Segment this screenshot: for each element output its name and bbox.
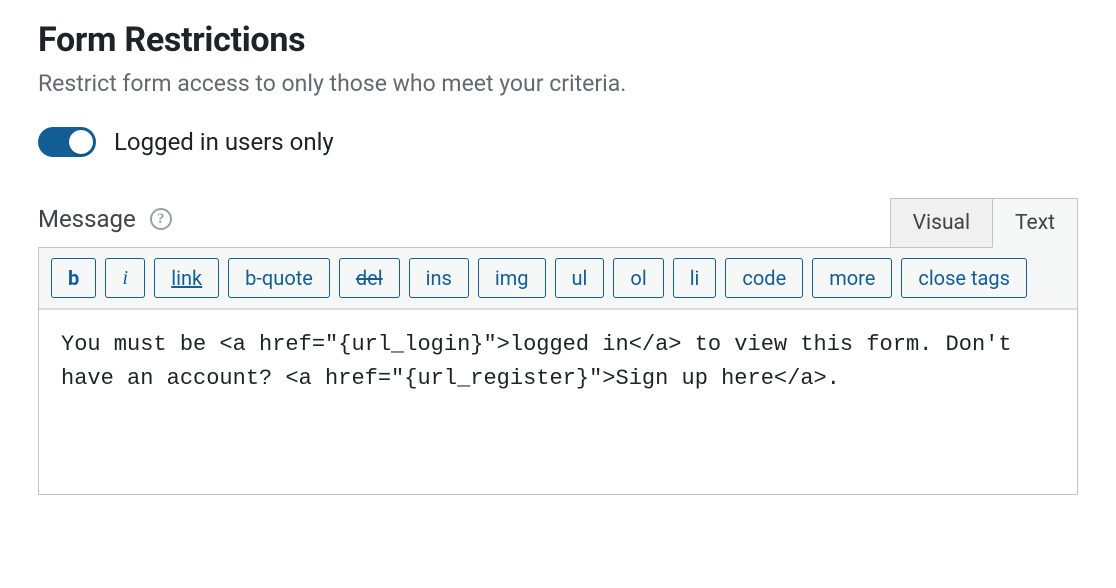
- qt-li-button[interactable]: li: [673, 258, 717, 298]
- tab-visual[interactable]: Visual: [890, 198, 993, 248]
- logged-in-toggle[interactable]: [38, 127, 96, 157]
- qt-del-button[interactable]: del: [339, 258, 400, 298]
- logged-in-toggle-label: Logged in users only: [114, 128, 334, 156]
- qt-ul-button[interactable]: ul: [555, 258, 605, 298]
- qt-more-button[interactable]: more: [812, 258, 892, 298]
- editor-panel: b i link b-quote del ins img ul ol li co…: [38, 247, 1078, 495]
- page-title: Form Restrictions: [38, 20, 1078, 60]
- message-textarea[interactable]: [39, 309, 1077, 494]
- qt-close-tags-button[interactable]: close tags: [901, 258, 1027, 298]
- qt-bold-button[interactable]: b: [51, 258, 96, 298]
- quicktags-toolbar: b i link b-quote del ins img ul ol li co…: [39, 248, 1077, 309]
- editor-tabs: Visual Text: [890, 197, 1078, 247]
- qt-blockquote-button[interactable]: b-quote: [228, 258, 330, 298]
- qt-ins-button[interactable]: ins: [409, 258, 469, 298]
- help-icon[interactable]: ?: [150, 208, 172, 230]
- qt-img-button[interactable]: img: [478, 258, 546, 298]
- message-header: Message ? Visual Text: [38, 197, 1078, 247]
- qt-code-button[interactable]: code: [725, 258, 803, 298]
- tab-text[interactable]: Text: [992, 198, 1078, 248]
- qt-italic-button[interactable]: i: [105, 258, 145, 298]
- toggle-knob: [69, 130, 93, 154]
- logged-in-toggle-row: Logged in users only: [38, 127, 1078, 157]
- form-restrictions-panel: Form Restrictions Restrict form access t…: [0, 0, 1116, 525]
- message-label-group: Message ?: [38, 205, 172, 247]
- message-label: Message: [38, 205, 136, 233]
- qt-link-button[interactable]: link: [154, 258, 219, 298]
- qt-ol-button[interactable]: ol: [613, 258, 663, 298]
- page-subtitle: Restrict form access to only those who m…: [38, 70, 1078, 97]
